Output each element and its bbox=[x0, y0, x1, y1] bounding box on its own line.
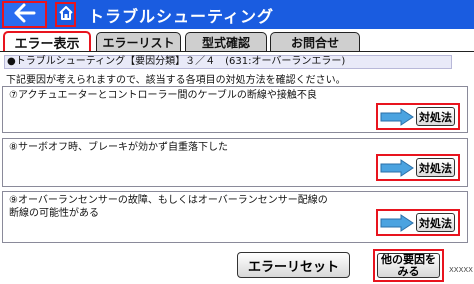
solution-button-8[interactable]: 対処法 bbox=[376, 154, 460, 181]
back-arrow-icon bbox=[13, 3, 37, 27]
solution-button-7[interactable]: 対処法 bbox=[376, 103, 460, 130]
tab-bar: エラー表示 エラーリスト 型式確認 お問合せ bbox=[0, 29, 474, 52]
tab-error-display[interactable]: エラー表示 bbox=[3, 31, 91, 52]
instruction-text: 下記要因が考えられますので、該当する各項目の対処方法を確認ください。 bbox=[6, 75, 346, 86]
cause-header: ●トラブルシューティング【要因分類】３／４ (631:オーバーランエラー) bbox=[4, 55, 452, 69]
arrow-right-icon bbox=[378, 211, 416, 234]
arrow-right-icon bbox=[378, 156, 416, 179]
other-causes-button[interactable]: 他の要因を みる bbox=[373, 249, 444, 282]
home-icon bbox=[58, 5, 74, 25]
cause-panel-9: ⑨オーバーランセンサーの故障、もしくはオーバーランセンサー配線の 断線の可能性が… bbox=[2, 191, 468, 243]
solution-label: 対処法 bbox=[416, 107, 455, 126]
error-reset-button[interactable]: エラーリセット bbox=[237, 252, 350, 278]
solution-label: 対処法 bbox=[416, 213, 455, 232]
cause-panel-7: ⑦アクチュエーターとコントローラー間のケーブルの断線や接触不良 対処法 bbox=[2, 86, 468, 133]
arrow-right-icon bbox=[378, 105, 416, 128]
cause-text: ⑦アクチュエーターとコントローラー間のケーブルの断線や接触不良 bbox=[9, 90, 317, 101]
cause-text: ⑨オーバーランセンサーの故障、もしくはオーバーランセンサー配線の 断線の可能性が… bbox=[9, 195, 328, 219]
tab-error-list[interactable]: エラーリスト bbox=[96, 32, 181, 52]
screen-code: XXXXX bbox=[449, 266, 473, 274]
title-bar: トラブルシューティング bbox=[0, 0, 474, 29]
main-content: ●トラブルシューティング【要因分類】３／４ (631:オーバーランエラー) 下記… bbox=[0, 52, 474, 284]
solution-label: 対処法 bbox=[416, 158, 455, 177]
tab-model-check[interactable]: 型式確認 bbox=[185, 32, 267, 52]
back-button[interactable] bbox=[2, 1, 47, 28]
cause-panel-8: ⑧サーボオフ時、ブレーキが効かず自重落下した 対処法 bbox=[2, 138, 468, 187]
tab-inquiry[interactable]: お問合せ bbox=[270, 32, 360, 52]
home-button[interactable] bbox=[55, 2, 76, 27]
solution-button-9[interactable]: 対処法 bbox=[376, 209, 460, 236]
page-title: トラブルシューティング bbox=[88, 7, 275, 26]
cause-text: ⑧サーボオフ時、ブレーキが効かず自重落下した bbox=[9, 142, 228, 153]
